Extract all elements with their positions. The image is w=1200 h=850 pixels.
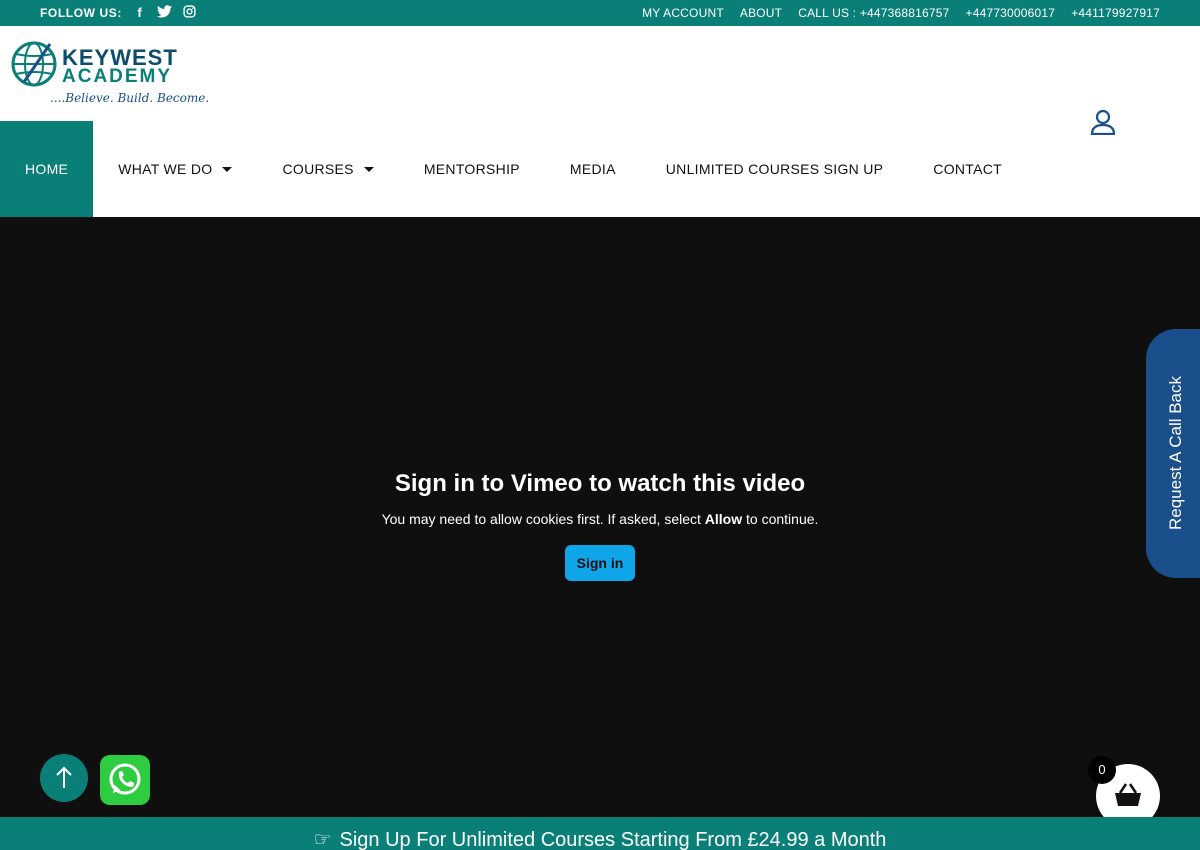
signup-banner[interactable]: ☞ Sign Up For Unlimited Courses Starting … [0, 817, 1200, 850]
phone-link-3[interactable]: +441179927917 [1071, 6, 1160, 20]
nav-item-home[interactable]: HOME [0, 121, 94, 217]
user-account-icon[interactable] [1090, 109, 1116, 135]
follow-us-label: FOLLOW US: [40, 6, 122, 20]
subtitle-allow: Allow [704, 511, 743, 527]
subtitle-text-end: to continue. [742, 511, 819, 527]
caret-down-icon [363, 166, 374, 172]
nav-label: HOME [25, 161, 69, 177]
pointing-hand-icon: ☞ [313, 829, 332, 850]
social-icons: f [132, 5, 197, 20]
logo-text-academy: ACADEMY [62, 66, 173, 87]
nav-item-what-we-do[interactable]: WHAT WE DO [93, 121, 257, 217]
main-nav: HOME WHAT WE DO COURSES MENTORSHIP MEDIA… [0, 121, 1027, 217]
nav-label: MENTORSHIP [423, 161, 520, 177]
my-account-link[interactable]: MY ACCOUNT [642, 6, 724, 20]
about-link[interactable]: ABOUT [740, 6, 782, 20]
nav-label: COURSES [282, 161, 354, 177]
video-signin-subtitle: You may need to allow cookies first. If … [0, 511, 1200, 527]
call-us-link[interactable]: CALL US : +447368816757 [798, 6, 949, 20]
vimeo-sign-in-button[interactable]: Sign in [565, 545, 635, 581]
vimeo-video-embed[interactable]: Sign in to Vimeo to watch this video You… [0, 217, 1200, 817]
subtitle-text: You may need to allow cookies first. If … [381, 511, 705, 527]
nav-item-courses[interactable]: COURSES [257, 121, 398, 217]
instagram-icon[interactable] [182, 5, 197, 20]
top-links: MY ACCOUNT ABOUT CALL US : +447368816757… [642, 6, 1160, 20]
request-call-back-tab[interactable]: Request A Call Back [1146, 329, 1200, 578]
cart-count-badge: 0 [1088, 756, 1116, 784]
nav-label: UNLIMITED COURSES SIGN UP [665, 161, 884, 177]
nav-item-mentorship[interactable]: MENTORSHIP [399, 121, 545, 217]
twitter-icon[interactable] [157, 5, 172, 20]
top-bar: FOLLOW US: f MY ACCOUNT ABOUT CALL US : … [0, 0, 1200, 26]
nav-label: CONTACT [933, 161, 1003, 177]
site-logo[interactable]: KEYWEST ACADEMY ....Believe. Build. Beco… [10, 36, 209, 111]
globe-icon [11, 41, 57, 87]
site-header: KEYWEST ACADEMY ....Believe. Build. Beco… [0, 26, 1200, 217]
caret-down-icon [222, 166, 233, 172]
nav-label: WHAT WE DO [118, 161, 213, 177]
nav-item-media[interactable]: MEDIA [545, 121, 641, 217]
arrow-up-icon [56, 766, 72, 788]
facebook-icon[interactable]: f [132, 5, 147, 20]
nav-item-contact[interactable]: CONTACT [908, 121, 1027, 217]
whatsapp-button[interactable] [100, 755, 150, 805]
banner-text: Sign Up For Unlimited Courses Starting F… [339, 829, 887, 850]
video-signin-title: Sign in to Vimeo to watch this video [394, 470, 806, 497]
callback-label: Request A Call Back [1166, 375, 1185, 531]
nav-item-unlimited-courses-sign-up[interactable]: UNLIMITED COURSES SIGN UP [641, 121, 909, 217]
scroll-to-top-button[interactable] [40, 754, 88, 802]
whatsapp-icon [109, 763, 141, 795]
phone-link-2[interactable]: +447730006017 [965, 6, 1055, 20]
nav-label: MEDIA [569, 161, 616, 177]
logo-tagline: ....Believe. Build. Become. [50, 91, 210, 105]
